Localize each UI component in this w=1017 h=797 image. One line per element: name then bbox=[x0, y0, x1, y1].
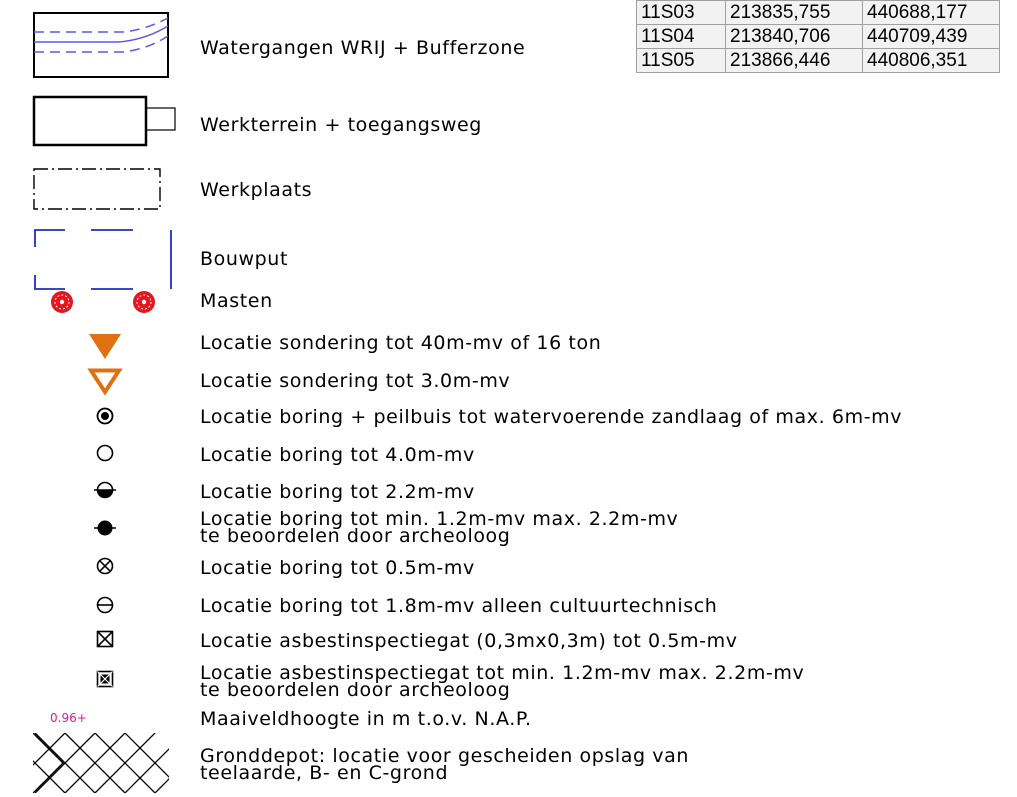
legend-label-sondering-3m: Locatie sondering tot 3.0m-mv bbox=[200, 370, 511, 392]
legend-label-gronddepot-line2: teelaarde, B- en C-grond bbox=[200, 762, 449, 784]
legend-label-boring-4m: Locatie boring tot 4.0m-mv bbox=[200, 444, 475, 466]
legend-label-sondering-40m: Locatie sondering tot 40m-mv of 16 ton bbox=[200, 332, 602, 354]
hollow-triangle-icon bbox=[87, 368, 123, 396]
table-row: 11S04 213840,706 440709,439 bbox=[636, 24, 1000, 49]
mast-icon bbox=[51, 291, 73, 313]
circle-cross-icon bbox=[96, 557, 114, 575]
open-circle-icon bbox=[96, 444, 114, 462]
table-row: 11S03 213835,755 440688,177 bbox=[636, 0, 1000, 25]
table-row: 11S05 213866,446 440806,351 bbox=[636, 48, 1000, 73]
legend-label-masten: Masten bbox=[200, 290, 273, 312]
table-cell-code: 11S03 bbox=[636, 0, 726, 25]
table-cell-y: 440806,351 bbox=[862, 48, 1000, 73]
table-cell-y: 440688,177 bbox=[862, 0, 1000, 25]
legend-label-boring-peilbuis: Locatie boring + peilbuis tot watervoere… bbox=[200, 406, 903, 428]
half-filled-circle-icon bbox=[94, 481, 116, 499]
mast-icon bbox=[133, 291, 155, 313]
legend-label-bouwput: Bouwput bbox=[200, 248, 288, 270]
table-cell-code: 11S04 bbox=[636, 24, 726, 49]
masten-symbol bbox=[51, 291, 155, 313]
legend-label-boring-min: Locatie boring tot min. 1.2m-mv max. 2.2… bbox=[200, 510, 678, 547]
legend-label-gronddepot: Gronddepot: locatie voor gescheiden opsl… bbox=[200, 747, 689, 784]
legend-label-watergangen: Watergangen WRIJ + Bufferzone bbox=[200, 37, 526, 59]
watergangen-symbol bbox=[33, 12, 169, 78]
coordinates-table: 11S03 213835,755 440688,177 11S04 213840,706… bbox=[636, 0, 1000, 73]
coordinates-table-body: 11S03 213835,755 440688,177 11S04 213840,706… bbox=[636, 0, 1000, 73]
square-cross-icon bbox=[96, 630, 114, 648]
table-cell-y: 440709,439 bbox=[862, 24, 1000, 49]
filled-triangle-icon bbox=[89, 334, 121, 359]
filled-circle-icon bbox=[94, 520, 116, 536]
gronddepot-hatch-symbol bbox=[33, 733, 169, 793]
legend-label-asbest-min-line2: te beoordelen door archeoloog bbox=[200, 679, 511, 701]
werkplaats-symbol bbox=[33, 168, 161, 210]
circle-dot-icon bbox=[96, 407, 114, 425]
bouwput-symbol bbox=[34, 229, 172, 290]
table-cell-x: 213835,755 bbox=[725, 0, 863, 25]
square-cross-filled-icon bbox=[96, 670, 114, 688]
height-sample-label: 0.96+ bbox=[50, 711, 87, 725]
legend-label-maaiveld: Maaiveldhoogte in m t.o.v. N.A.P. bbox=[200, 708, 532, 730]
table-cell-x: 213840,706 bbox=[725, 24, 863, 49]
legend-label-boring-2-2m: Locatie boring tot 2.2m-mv bbox=[200, 481, 475, 503]
table-cell-x: 213866,446 bbox=[725, 48, 863, 73]
legend-label-werkplaats: Werkplaats bbox=[200, 179, 313, 201]
legend-label-asbest-min: Locatie asbestinspectiegat tot min. 1.2m… bbox=[200, 664, 804, 701]
werkterrein-symbol bbox=[32, 95, 176, 147]
legend-label-boring-min-line2: te beoordelen door archeoloog bbox=[200, 525, 511, 547]
table-cell-code: 11S05 bbox=[636, 48, 726, 73]
legend-label-werkterrein: Werkterrein + toegangsweg bbox=[200, 114, 482, 136]
circle-bar-icon bbox=[96, 596, 114, 614]
legend-label-boring-1-8m: Locatie boring tot 1.8m-mv alleen cultuu… bbox=[200, 595, 718, 617]
legend-label-asbest-0-5m: Locatie asbestinspectiegat (0,3mx0,3m) t… bbox=[200, 630, 738, 652]
legend-label-boring-0-5m: Locatie boring tot 0.5m-mv bbox=[200, 557, 475, 579]
